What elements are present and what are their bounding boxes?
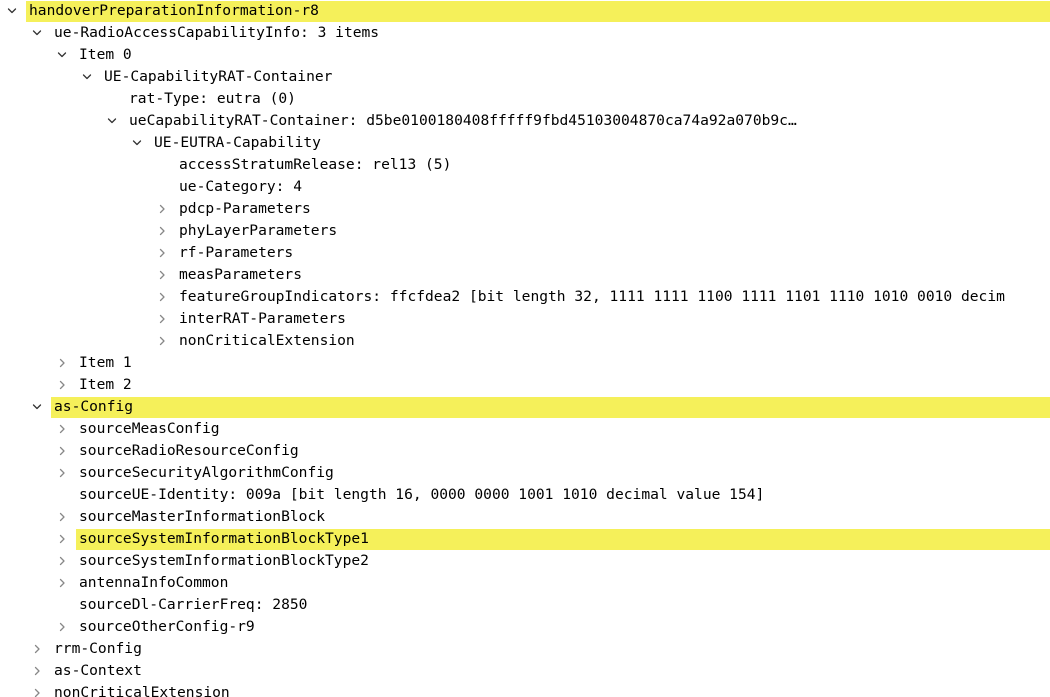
tree-row-label: interRAT-Parameters: [179, 310, 346, 327]
chevron-right-icon[interactable]: [31, 660, 43, 682]
chevron-down-icon[interactable]: [81, 66, 93, 88]
tree-row[interactable]: antennaInfoCommon: [0, 572, 1050, 594]
tree-row[interactable]: sourceMasterInformationBlock: [0, 506, 1050, 528]
chevron-down-icon[interactable]: [31, 22, 43, 44]
tree-row[interactable]: featureGroupIndicators: ffcfdea2 [bit le…: [0, 286, 1050, 308]
tree-row-label: rf-Parameters: [179, 244, 294, 261]
tree-row-label: pdcp-Parameters: [179, 200, 311, 217]
tree-row-label: sourceUE-Identity: 009a [bit length 16, …: [79, 486, 765, 503]
tree-row-label: sourceMeasConfig: [79, 420, 220, 437]
chevron-right-icon[interactable]: [156, 330, 168, 352]
chevron-right-icon[interactable]: [56, 374, 68, 396]
tree-row-label: sourceRadioResourceConfig: [79, 442, 299, 459]
tree-row[interactable]: measParameters: [0, 264, 1050, 286]
tree-row-label: antennaInfoCommon: [79, 574, 229, 591]
tree-row-label: measParameters: [179, 266, 303, 283]
tree-row[interactable]: UE-CapabilityRAT-Container: [0, 66, 1050, 88]
tree-row-label: handoverPreparationInformation-r8: [29, 2, 319, 19]
tree-row-label: Item 2: [79, 376, 132, 393]
chevron-right-icon[interactable]: [31, 638, 43, 660]
tree-row[interactable]: as-Context: [0, 660, 1050, 682]
tree-row[interactable]: rrm-Config: [0, 638, 1050, 660]
tree-row-label: nonCriticalExtension: [179, 332, 355, 349]
tree-row[interactable]: as-Config: [0, 396, 1050, 418]
chevron-right-icon[interactable]: [56, 462, 68, 484]
tree-row[interactable]: handoverPreparationInformation-r8: [0, 0, 1050, 22]
chevron-right-icon[interactable]: [156, 286, 168, 308]
tree-row-label: rat-Type: eutra (0): [129, 90, 296, 107]
tree-row[interactable]: sourceMeasConfig: [0, 418, 1050, 440]
tree-row[interactable]: sourceUE-Identity: 009a [bit length 16, …: [0, 484, 1050, 506]
tree-row[interactable]: accessStratumRelease: rel13 (5): [0, 154, 1050, 176]
tree-row-label: sourceMasterInformationBlock: [79, 508, 326, 525]
tree-row-label: rrm-Config: [54, 640, 142, 657]
tree-row-label: ue-RadioAccessCapabilityInfo: 3 items: [54, 24, 380, 41]
tree-row-label: sourceOtherConfig-r9: [79, 618, 255, 635]
tree-row[interactable]: phyLayerParameters: [0, 220, 1050, 242]
tree-row[interactable]: Item 2: [0, 374, 1050, 396]
tree-row-label: UE-CapabilityRAT-Container: [104, 68, 333, 85]
tree-row-label: sourceSystemInformationBlockType2: [79, 552, 369, 569]
tree-row[interactable]: sourceOtherConfig-r9: [0, 616, 1050, 638]
chevron-right-icon[interactable]: [56, 440, 68, 462]
tree-row-label: sourceDl-CarrierFreq: 2850: [79, 596, 308, 613]
tree-row-label: UE-EUTRA-Capability: [154, 134, 321, 151]
selection-highlight: [51, 397, 1050, 418]
tree-row[interactable]: nonCriticalExtension: [0, 682, 1050, 697]
chevron-right-icon[interactable]: [156, 220, 168, 242]
chevron-right-icon[interactable]: [56, 418, 68, 440]
tree-row-label: ue-Category: 4: [179, 178, 303, 195]
tree-row[interactable]: Item 0: [0, 44, 1050, 66]
chevron-right-icon[interactable]: [56, 616, 68, 638]
tree-row[interactable]: sourceSystemInformationBlockType1: [0, 528, 1050, 550]
tree-row-label: as-Context: [54, 662, 142, 679]
tree-row-label: as-Config: [54, 398, 134, 415]
tree-row[interactable]: interRAT-Parameters: [0, 308, 1050, 330]
chevron-down-icon[interactable]: [56, 44, 68, 66]
tree-row-label: ueCapabilityRAT-Container: d5be010018040…: [129, 112, 797, 129]
tree-row[interactable]: ue-RadioAccessCapabilityInfo: 3 items: [0, 22, 1050, 44]
tree-row[interactable]: sourceSystemInformationBlockType2: [0, 550, 1050, 572]
tree-row-label: Item 1: [79, 354, 132, 371]
tree-row-label: accessStratumRelease: rel13 (5): [179, 156, 452, 173]
tree-row-label: featureGroupIndicators: ffcfdea2 [bit le…: [179, 288, 1005, 305]
tree-row[interactable]: sourceSecurityAlgorithmConfig: [0, 462, 1050, 484]
tree-row[interactable]: UE-EUTRA-Capability: [0, 132, 1050, 154]
packet-detail-tree: handoverPreparationInformation-r8 ue-Radi…: [0, 0, 1050, 697]
tree-row[interactable]: ue-Category: 4: [0, 176, 1050, 198]
tree-row-label: nonCriticalExtension: [54, 684, 230, 697]
tree-row[interactable]: pdcp-Parameters: [0, 198, 1050, 220]
tree-row-label: phyLayerParameters: [179, 222, 338, 239]
chevron-down-icon[interactable]: [31, 396, 43, 418]
chevron-right-icon[interactable]: [156, 242, 168, 264]
tree-row[interactable]: sourceDl-CarrierFreq: 2850: [0, 594, 1050, 616]
chevron-right-icon[interactable]: [56, 352, 68, 374]
tree-row[interactable]: nonCriticalExtension: [0, 330, 1050, 352]
chevron-down-icon[interactable]: [6, 0, 18, 22]
tree-row[interactable]: sourceRadioResourceConfig: [0, 440, 1050, 462]
chevron-down-icon[interactable]: [131, 132, 143, 154]
chevron-right-icon[interactable]: [156, 198, 168, 220]
tree-row[interactable]: Item 1: [0, 352, 1050, 374]
tree-row-label: sourceSecurityAlgorithmConfig: [79, 464, 334, 481]
chevron-right-icon[interactable]: [56, 572, 68, 594]
tree-row[interactable]: ueCapabilityRAT-Container: d5be010018040…: [0, 110, 1050, 132]
tree-row-label: sourceSystemInformationBlockType1: [79, 530, 369, 547]
chevron-down-icon[interactable]: [106, 110, 118, 132]
chevron-right-icon[interactable]: [56, 550, 68, 572]
tree-row-label: Item 0: [79, 46, 132, 63]
chevron-right-icon[interactable]: [56, 528, 68, 550]
chevron-right-icon[interactable]: [56, 506, 68, 528]
tree-row[interactable]: rf-Parameters: [0, 242, 1050, 264]
chevron-right-icon[interactable]: [156, 264, 168, 286]
chevron-right-icon[interactable]: [31, 682, 43, 697]
tree-row[interactable]: rat-Type: eutra (0): [0, 88, 1050, 110]
chevron-right-icon[interactable]: [156, 308, 168, 330]
